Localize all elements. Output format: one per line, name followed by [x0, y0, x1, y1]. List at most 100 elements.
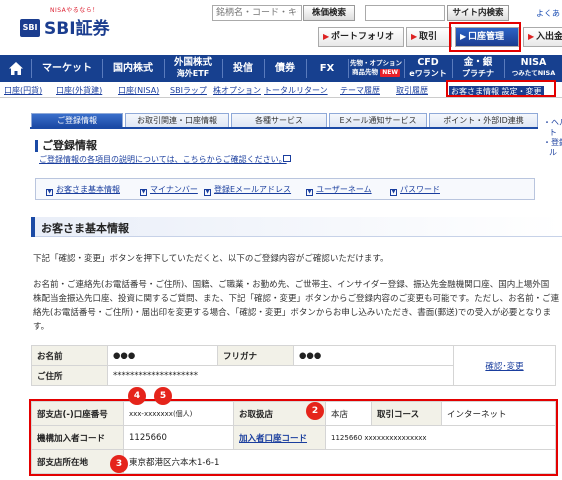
confirm-change-link[interactable]: 確認･変更	[485, 362, 523, 372]
nav-futures-label: 先物・オプション	[350, 59, 402, 67]
nav-commodity-label: 商品先物	[351, 68, 378, 76]
transaction-button[interactable]: ▶ 取引	[406, 27, 452, 47]
name-address-table: お名前 ●●● フリガナ ●●● 確認･変更 ご住所 *************…	[31, 345, 556, 386]
anchor-label: お客さま基本情報	[56, 185, 120, 194]
tab-email-notification[interactable]: Eメール通知サービス	[329, 113, 427, 127]
tab-trading-account-info[interactable]: お取引関連・口座情報	[125, 113, 229, 127]
sub-link-total-return[interactable]: トータルリターン	[264, 85, 328, 96]
anchor-email[interactable]: ▼ 登録Eメールアドレス	[204, 184, 291, 196]
side-menu-register-cont[interactable]: ル	[543, 148, 562, 158]
logo-mark: SBI	[20, 19, 40, 37]
nav-gold-label: 金・銀	[463, 57, 493, 68]
marker-2: 2	[306, 402, 324, 420]
nav-platinum-label: プラチナ	[462, 69, 494, 78]
logo-name: SBI証券	[44, 19, 110, 39]
sub-link-theme-history[interactable]: テーマ履歴	[340, 85, 380, 96]
basic-info-intro: 下記「確認・変更」ボタンを押下していただくと、以下のご登録内容がご確認いただけま…	[33, 254, 389, 264]
anchor-label: 登録Eメールアドレス	[214, 185, 292, 194]
nav-nisa[interactable]: NISA つみたてNISA	[505, 55, 562, 82]
home-icon[interactable]	[8, 61, 24, 76]
site-search-button[interactable]: サイト内検索	[447, 5, 509, 21]
address-value: ********************	[107, 365, 454, 386]
sub-link-account-nisa[interactable]: 口座(NISA)	[118, 85, 159, 96]
nav-cfd[interactable]: CFD eワラント	[405, 55, 451, 82]
sub-link-sbi-wrap[interactable]: SBIラップ	[170, 85, 207, 96]
portfolio-label: ポートフォリオ	[331, 32, 395, 42]
new-window-icon	[283, 155, 291, 162]
sbi-logo[interactable]: NISAやるなら！ SBI SBI証券	[12, 5, 132, 47]
anchor-password[interactable]: ▼ パスワード	[390, 184, 440, 196]
registration-info-title: ご登録情報	[35, 140, 97, 152]
marker-3: 3	[110, 455, 128, 473]
nav-nisa-label: NISA	[520, 57, 547, 68]
nav-divider	[31, 59, 32, 78]
nav-foreign-stocks[interactable]: 外国株式 海外ETF	[165, 55, 221, 82]
anchor-my-number[interactable]: ▼ マイナンバー	[140, 184, 198, 196]
nav-bonds[interactable]: 債券	[265, 55, 305, 82]
anchor-label: ユーザーネーム	[316, 185, 372, 194]
tab-points-external-id[interactable]: ポイント・外部ID連携	[429, 113, 538, 127]
side-menu: ・ヘル ト ・登録 ル	[543, 118, 562, 158]
logo-tagline: NISAやるなら！	[50, 7, 99, 14]
section-anchor-box: ▼ お客さま基本情報 ▼ マイナンバー ▼ 登録Eメールアドレス ▼ ユーザーネーム ▼…	[35, 178, 535, 200]
nav-foreign-stocks-label: 外国株式	[173, 57, 212, 68]
main-nav: マーケット 国内株式 外国株式 海外ETF 投信 債券 FX 先物・オプション …	[0, 55, 562, 82]
anchor-username[interactable]: ▼ ユーザーネーム	[306, 184, 372, 196]
nav-cfd-label: CFD	[417, 57, 439, 68]
arrow-right-icon: ▶	[528, 32, 535, 41]
section-bar	[31, 217, 35, 237]
nav-futures-options[interactable]: 先物・オプション 商品先物 NEW	[349, 55, 403, 82]
tab-registration-info[interactable]: ご登録情報	[31, 113, 123, 127]
nav-market[interactable]: マーケット	[33, 55, 101, 82]
nav-foreign-etf-label: 海外ETF	[176, 69, 210, 78]
tab-underline	[30, 127, 538, 129]
arrow-right-icon: ▶	[411, 32, 418, 41]
tab-services[interactable]: 各種サービス	[231, 113, 327, 127]
arrow-down-icon: ▼	[204, 189, 211, 196]
arrow-down-icon: ▼	[306, 189, 313, 196]
marker-5: 5	[154, 387, 172, 405]
nav-fx[interactable]: FX	[307, 55, 347, 82]
name-value: ●●●	[107, 345, 218, 366]
transaction-label: 取引	[419, 32, 438, 42]
stock-search-input[interactable]	[212, 5, 302, 21]
basic-info-note-line1: お名前・ご連絡先(お電話番号・ご住所)、国籍、ご職業・お勤め先、ご世帯主、インサ…	[33, 280, 550, 290]
deposit-button[interactable]: ▶ 入出金	[523, 27, 562, 47]
faq-link[interactable]: よくあ	[536, 8, 560, 19]
basic-info-note-line2: 株配当金振込先口座、投資に関するご質問、また、下記「確認・変更」ボタンからご登録…	[33, 294, 560, 304]
stock-search-button[interactable]: 株価検索	[303, 5, 355, 21]
basic-info-header: お客さま基本情報	[31, 217, 562, 237]
registration-help-link[interactable]: ご登録情報の各項目の説明については、こちらからご確認ください。	[39, 154, 287, 165]
confirm-change-cell: 確認･変更	[453, 345, 556, 386]
arrow-down-icon: ▼	[390, 189, 397, 196]
sub-link-account-foreign[interactable]: 口座(外貨建)	[56, 85, 102, 96]
detail-highlight-frame	[29, 399, 558, 476]
side-menu-help[interactable]: ・ヘル	[543, 118, 562, 128]
anchor-label: パスワード	[400, 185, 440, 194]
account-highlight-frame	[449, 22, 521, 52]
address-label: ご住所	[31, 365, 108, 386]
sub-link-account-jpy[interactable]: 口座(円貨)	[4, 85, 42, 96]
side-menu-help-cont[interactable]: ト	[543, 128, 562, 138]
arrow-down-icon: ▼	[46, 189, 53, 196]
arrow-down-icon: ▼	[140, 189, 147, 196]
anchor-basic-info[interactable]: ▼ お客さま基本情報	[46, 184, 120, 196]
customer-info-highlight-frame	[446, 80, 556, 97]
arrow-right-icon: ▶	[323, 32, 330, 41]
deposit-label: 入出金	[536, 32, 562, 42]
new-badge: NEW	[380, 69, 400, 77]
kana-label: フリガナ	[217, 345, 294, 366]
basic-info-title: お客さま基本情報	[41, 222, 129, 235]
nav-gold-silver[interactable]: 金・銀 プラチナ	[453, 55, 503, 82]
site-search-input[interactable]	[365, 5, 445, 21]
side-menu-register[interactable]: ・登録	[543, 138, 562, 148]
basic-info-note-line3: 絡先(お電話番号・ご住所)・届出印を変更する場合、「確認・変更」ボタンからお申し…	[33, 308, 552, 318]
nav-investment-trust[interactable]: 投信	[223, 55, 263, 82]
sub-link-stock-option[interactable]: 株オプション	[213, 85, 261, 96]
sub-link-trade-history[interactable]: 取引履歴	[396, 85, 428, 96]
kana-value: ●●●	[293, 345, 454, 366]
name-label: お名前	[31, 345, 108, 366]
nav-domestic-stocks[interactable]: 国内株式	[103, 55, 163, 82]
portfolio-button[interactable]: ▶ ポートフォリオ	[318, 27, 404, 47]
anchor-label: マイナンバー	[150, 185, 198, 194]
